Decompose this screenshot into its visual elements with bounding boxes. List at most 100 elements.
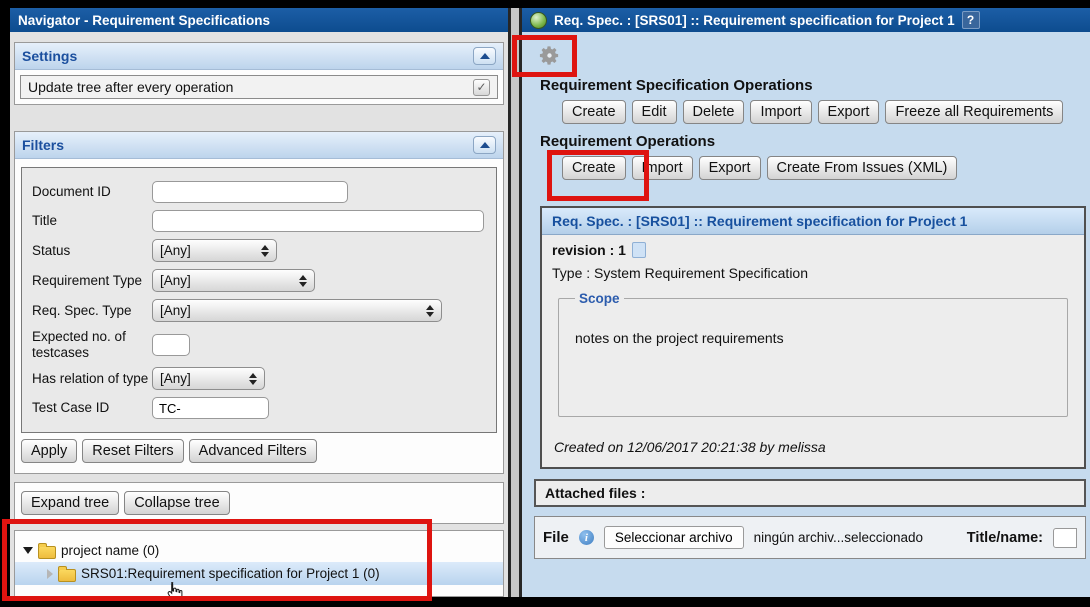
status-select-value: [Any] (160, 243, 191, 258)
has-relation-select[interactable]: [Any] (152, 367, 265, 391)
settings-header: Settings (15, 43, 503, 70)
file-upload-row: File i Seleccionar archivo ningún archiv… (534, 516, 1086, 559)
type-line: Type : System Requirement Specification (552, 265, 809, 281)
scope-legend: Scope (579, 291, 620, 306)
filters-collapse-button[interactable] (473, 136, 496, 154)
attached-files-header: Attached files : (534, 479, 1086, 507)
filter-row-requirement-type: Requirement Type [Any] (32, 269, 486, 292)
tree-srs01-label: SRS01:Requirement specification for Proj… (81, 566, 380, 582)
title-label: Title (32, 213, 58, 229)
test-case-id-input[interactable] (152, 397, 269, 420)
panel-splitter[interactable] (508, 8, 522, 597)
filters-form: Document ID Title Status [Any] Requireme… (21, 167, 497, 434)
requirement-type-select-value: [Any] (160, 273, 191, 288)
info-icon[interactable]: i (578, 530, 594, 545)
settings-collapse-button[interactable] (473, 47, 496, 65)
req-spec-view-title: Req. Spec. : [SRS01] :: Requirement spec… (552, 213, 968, 229)
no-file-selected-text: ningún archiv...seleccionado (753, 530, 924, 545)
filters-section: Filters Document ID Title Status [Any] R… (14, 131, 504, 475)
advanced-filters-button[interactable]: Advanced Filters (188, 439, 317, 464)
expected-testcases-input[interactable] (152, 333, 190, 356)
status-select[interactable]: [Any] (152, 239, 277, 262)
choose-file-button[interactable]: Seleccionar archivo (603, 526, 744, 549)
tree-collapsed-icon[interactable] (47, 568, 53, 579)
document-id-label: Document ID (32, 184, 111, 200)
settings-title: Settings (22, 48, 78, 64)
req-spec-view-header: Req. Spec. : [SRS01] :: Requirement spec… (542, 208, 1084, 235)
tree-row-project[interactable]: project name (0) (15, 539, 503, 562)
tree-project-label: project name (0) (61, 543, 160, 559)
document-id-input[interactable] (152, 181, 348, 203)
filter-row-test-case-id: Test Case ID (32, 397, 486, 420)
filter-row-title: Title (32, 210, 486, 232)
revision-line: revision : 1 (552, 242, 1074, 258)
collapse-tree-button[interactable]: Collapse tree (124, 491, 230, 516)
title-name-input[interactable] (1053, 527, 1077, 548)
requirement-type-select[interactable]: [Any] (152, 269, 315, 292)
folder-icon (58, 566, 76, 583)
requirement-spec-panel: Req. Spec. : [SRS01] :: Requirement spec… (522, 8, 1090, 597)
update-tree-checkbox[interactable]: ✓ (473, 78, 490, 96)
has-relation-label: Has relation of type (32, 370, 149, 386)
navigator-title: Navigator - Requirement Specifications (18, 12, 271, 28)
create-from-issues-button[interactable]: Create From Issues (XML) (766, 156, 958, 180)
gear-icon (539, 45, 559, 65)
req-spec-view-body: revision : 1 Type : System Requirement S… (542, 235, 1084, 467)
document-page-icon[interactable] (631, 242, 646, 258)
folder-icon (38, 543, 56, 560)
scope-text: notes on the project requirements (575, 330, 784, 346)
gear-button[interactable] (538, 42, 568, 68)
up-down-arrows-icon (249, 372, 257, 385)
req-spec-type-select[interactable]: [Any] (152, 299, 442, 322)
req-spec-title: Req. Spec. : [SRS01] :: Requirement spec… (554, 12, 955, 28)
navigator-body: Settings Update tree after every operati… (10, 32, 508, 597)
requirement-tree: project name (0) SRS01:Requirement speci… (14, 530, 504, 597)
apply-button[interactable]: Apply (21, 439, 78, 464)
reset-filters-button[interactable]: Reset Filters (82, 439, 184, 464)
up-down-arrows-icon (426, 304, 434, 317)
settings-section: Settings Update tree after every operati… (14, 42, 504, 105)
req-spec-type-label: Req. Spec. Type (32, 302, 132, 318)
req-spec-body: Requirement Specification Operations Cre… (522, 32, 1090, 597)
expand-tree-button[interactable]: Expand tree (21, 491, 120, 516)
filter-row-has-relation: Has relation of type [Any] (32, 367, 486, 391)
filter-row-req-spec-type: Req. Spec. Type [Any] (32, 299, 486, 322)
spec-delete-button[interactable]: Delete (682, 100, 745, 124)
req-spec-titlebar: Req. Spec. : [SRS01] :: Requirement spec… (522, 8, 1090, 32)
filter-row-expected-testcases: Expected no. of testcases (32, 329, 486, 360)
title-input[interactable] (152, 210, 484, 232)
req-export-button[interactable]: Export (698, 156, 761, 180)
scope-fieldset: Scope notes on the project requirements (558, 291, 1068, 417)
help-icon[interactable]: ? (961, 11, 980, 29)
req-create-button[interactable]: Create (562, 156, 626, 180)
up-down-arrows-icon (261, 244, 269, 257)
spec-operations-heading: Requirement Specification Operations (540, 77, 813, 94)
tree-expanded-icon[interactable] (23, 547, 33, 555)
req-import-button[interactable]: Import (631, 156, 693, 180)
filters-title: Filters (22, 137, 65, 153)
spec-edit-button[interactable]: Edit (631, 100, 677, 124)
test-case-id-label: Test Case ID (32, 400, 110, 416)
filter-row-document-id: Document ID (32, 181, 486, 203)
spec-import-button[interactable]: Import (750, 100, 812, 124)
spec-operations-buttons: Create Edit Delete Import Export Freeze … (562, 100, 1090, 124)
req-operations-heading: Requirement Operations (540, 133, 716, 150)
title-name-label: Title/name: (966, 529, 1043, 546)
spec-create-button[interactable]: Create (562, 100, 626, 124)
navigator-panel: Navigator - Requirement Specifications S… (10, 8, 508, 597)
update-tree-label: Update tree after every operation (28, 79, 234, 95)
requirement-type-label: Requirement Type (32, 272, 143, 288)
triangle-up-icon (479, 53, 490, 59)
up-down-arrows-icon (299, 274, 307, 287)
tree-buttons-section: Expand tree Collapse tree (14, 482, 504, 525)
triangle-up-icon (479, 142, 490, 148)
filters-header: Filters (15, 132, 503, 159)
app-icon (530, 11, 547, 29)
spec-export-button[interactable]: Export (817, 100, 880, 124)
status-label: Status (32, 242, 71, 258)
tree-row-srs01[interactable]: SRS01:Requirement specification for Proj… (15, 562, 503, 586)
created-by-line: Created on 12/06/2017 20:21:38 by meliss… (554, 439, 826, 455)
freeze-requirements-button[interactable]: Freeze all Requirements (885, 100, 1064, 124)
navigator-titlebar: Navigator - Requirement Specifications (10, 8, 508, 32)
req-spec-type-select-value: [Any] (160, 303, 191, 318)
